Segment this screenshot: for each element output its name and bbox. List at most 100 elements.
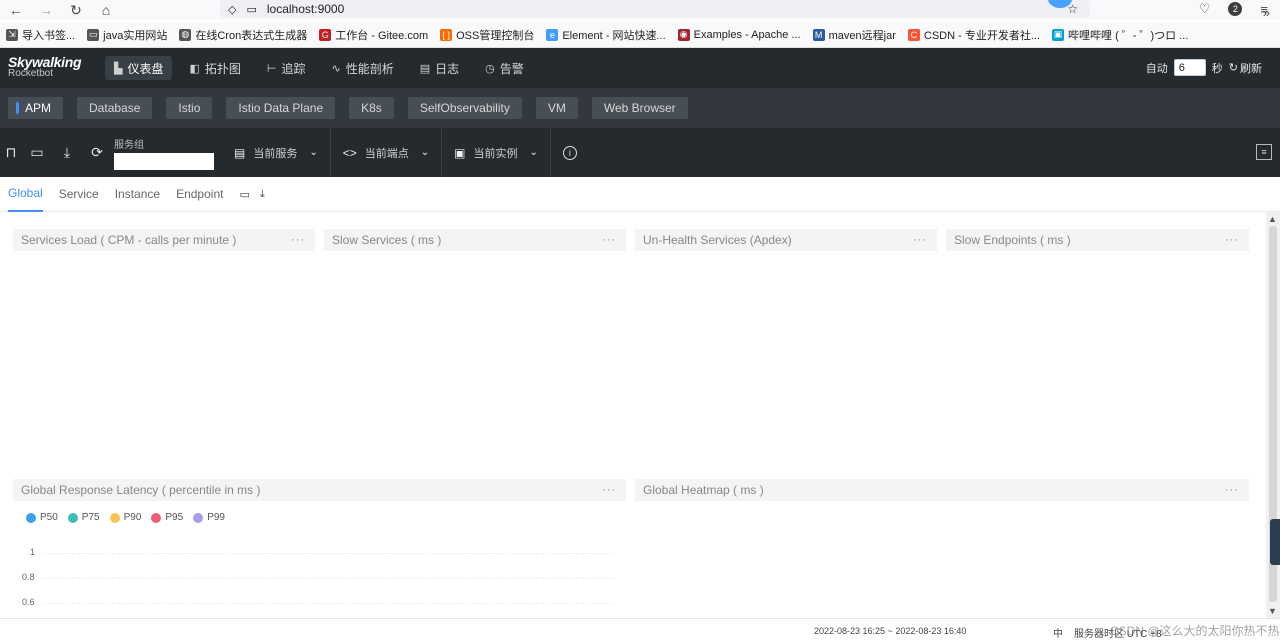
- maven-icon: M: [812, 28, 825, 41]
- nav-item-label: 拓扑图: [204, 61, 241, 76]
- endpoint-selector[interactable]: <> 当前端点 ⌄: [331, 128, 443, 177]
- reload-icon[interactable]: ⟳: [82, 144, 112, 161]
- bookmark-item[interactable]: ▣ 哔哩哔哩 ( ゜- ゜)つロ ...: [1052, 27, 1188, 43]
- dashboard-tab-istio[interactable]: Istio: [166, 97, 213, 119]
- more-icon[interactable]: ···: [1225, 484, 1239, 496]
- lock-icon[interactable]: ⊓: [0, 144, 22, 161]
- legend-swatch: [193, 512, 204, 523]
- scroll-down-icon[interactable]: ▼: [1268, 606, 1277, 616]
- bookmark-label: CSDN - 专业开发者社...: [923, 29, 1041, 42]
- profile-icon: ∿: [331, 62, 341, 75]
- aliyun-icon: [ ]: [440, 28, 453, 41]
- nav-item-label: 仪表盘: [127, 61, 164, 76]
- import-icon: ⇲: [6, 28, 18, 41]
- legend-item[interactable]: P75: [67, 512, 100, 523]
- nav-item-5[interactable]: ◷ 告警: [476, 56, 533, 80]
- panel-global-heatmap: Global Heatmap ( ms ) ···: [635, 479, 1249, 501]
- grid-line: [42, 603, 614, 604]
- dashboard-tab-web-browser[interactable]: Web Browser: [591, 97, 688, 119]
- nav-item-1[interactable]: ◧ 拓扑图: [180, 56, 249, 80]
- home-icon[interactable]: ⌂: [98, 2, 114, 18]
- dashboard-tab-label: Istio Data Plane: [238, 101, 324, 115]
- side-widget[interactable]: [1270, 519, 1280, 565]
- y-tick-label: 1: [30, 547, 36, 557]
- dashboard-tab-vm[interactable]: VM: [535, 97, 578, 119]
- forward-icon[interactable]: →: [38, 2, 54, 18]
- legend-label: P50: [40, 512, 58, 523]
- legend-swatch: [26, 512, 36, 523]
- language-toggle[interactable]: 中: [1053, 625, 1063, 640]
- legend-item[interactable]: P99: [193, 512, 225, 523]
- folder-icon[interactable]: ▭: [239, 188, 249, 201]
- dashboard-tab-k8s[interactable]: K8s: [349, 97, 394, 119]
- bookmark-item[interactable]: ◉ Examples - Apache ...: [677, 28, 801, 41]
- url-bar[interactable]: ◇ ▭ localhost:9000 ☆: [220, 0, 1090, 18]
- bookmark-item[interactable]: C CSDN - 专业开发者社...: [907, 27, 1041, 43]
- nav-item-3[interactable]: ∿ 性能剖析: [323, 56, 403, 80]
- legend-label: P75: [81, 512, 100, 523]
- subtab-global[interactable]: Global: [8, 177, 43, 212]
- chevron-double-right-icon[interactable]: »: [1263, 5, 1270, 20]
- refresh-button[interactable]: ↻ 刷新: [1229, 60, 1262, 76]
- subtab-endpoint[interactable]: Endpoint: [176, 177, 223, 212]
- legend-item[interactable]: P90: [109, 512, 142, 523]
- more-icon[interactable]: ···: [291, 234, 305, 246]
- nav-item-0[interactable]: ▙ 仪表盘: [105, 56, 173, 80]
- dashboard-tabs: APM Database Istio Istio Data Plane K8s SelfO…: [0, 88, 1280, 128]
- time-range[interactable]: 2022-08-23 16:25 ~ 2022-08-23 16:40: [814, 626, 966, 636]
- refresh-interval-input[interactable]: [1173, 59, 1206, 76]
- gitee-icon: G: [319, 28, 332, 41]
- panel-services-load: Services Load ( CPM - calls per minute )…: [13, 229, 315, 251]
- scroll-up-icon[interactable]: ▲: [1268, 214, 1277, 224]
- dashboard-tab-database[interactable]: Database: [77, 97, 153, 119]
- pocket-icon[interactable]: ♡: [1199, 1, 1211, 17]
- bookmark-label: 工作台 - Gitee.com: [335, 29, 429, 42]
- nav-item-label: 告警: [499, 61, 524, 76]
- reload-icon[interactable]: ↻: [68, 2, 84, 19]
- bookmark-item[interactable]: ◍ 在线Cron表达式生成器: [179, 27, 307, 43]
- more-icon[interactable]: ···: [602, 484, 616, 496]
- subtab-service[interactable]: Service: [59, 177, 99, 212]
- nav-item-label: 追踪: [281, 61, 306, 76]
- dashboard-toolbar: ⊓ ▭ ⤓ ⟳ 服务组 ▤ 当前服务 ⌄ <> 当前端点 ⌄ ▣ 当前实例 ⌄ …: [0, 128, 1280, 177]
- bookmark-item[interactable]: e Element - 网站快速...: [546, 27, 666, 43]
- folder-icon: ▭: [87, 28, 100, 41]
- bookmark-item[interactable]: ▭ java实用网站: [87, 27, 167, 43]
- chart-icon: ▙: [114, 62, 123, 75]
- dashboard-tab-selfobservability[interactable]: SelfObservability: [407, 97, 522, 119]
- more-icon[interactable]: ···: [1225, 234, 1239, 246]
- legend-item[interactable]: P95: [151, 512, 183, 523]
- service-group-input[interactable]: [114, 152, 214, 170]
- instance-selector[interactable]: ▣ 当前实例 ⌄: [442, 128, 551, 177]
- dashboard-tab-istio-data-plane[interactable]: Istio Data Plane: [226, 97, 336, 119]
- more-icon[interactable]: ···: [913, 234, 927, 246]
- bookmark-item[interactable]: [ ] OSS管理控制台: [440, 27, 534, 43]
- legend-item[interactable]: P50: [26, 512, 58, 523]
- auto-label: 自动: [1145, 62, 1168, 75]
- bookmark-label: 在线Cron表达式生成器: [195, 29, 308, 42]
- bookmark-label: 哔哩哔哩 ( ゜- ゜)つロ ...: [1068, 29, 1189, 42]
- bookmark-item[interactable]: Mmaven远程jar: [812, 27, 896, 43]
- collapse-panel-icon[interactable]: ≡: [1256, 144, 1272, 160]
- folder-icon[interactable]: ▭: [22, 144, 52, 161]
- back-icon[interactable]: ←: [8, 2, 24, 18]
- nav-item-4[interactable]: ▤ 日志: [411, 56, 468, 80]
- nav-item-2[interactable]: ⊢ 追踪: [258, 56, 315, 80]
- bookmark-item[interactable]: ⇲ 导入书签...: [6, 27, 75, 43]
- legend-label: P90: [123, 512, 142, 523]
- service-selector[interactable]: ▤ 当前服务 ⌄: [222, 128, 331, 177]
- globe-icon: ◍: [179, 28, 192, 41]
- url-text: localhost:9000: [266, 2, 345, 16]
- info-icon[interactable]: i: [562, 145, 577, 160]
- y-tick-label: 0.8: [22, 572, 35, 582]
- download-icon[interactable]: ⤓: [52, 144, 82, 161]
- bookmark-item[interactable]: G 工作台 - Gitee.com: [319, 27, 428, 43]
- dashboard-tab-label: SelfObservability: [419, 101, 510, 115]
- subtab-instance[interactable]: Instance: [115, 177, 160, 212]
- download-icon[interactable]: ⤓: [260, 188, 265, 201]
- dashboard-tab-apm[interactable]: APM: [8, 97, 64, 119]
- shield-icon: ◇: [228, 3, 237, 16]
- profile-badge[interactable]: 2: [1228, 2, 1243, 16]
- chevron-down-icon: ⌄: [529, 147, 538, 158]
- more-icon[interactable]: ···: [602, 234, 616, 246]
